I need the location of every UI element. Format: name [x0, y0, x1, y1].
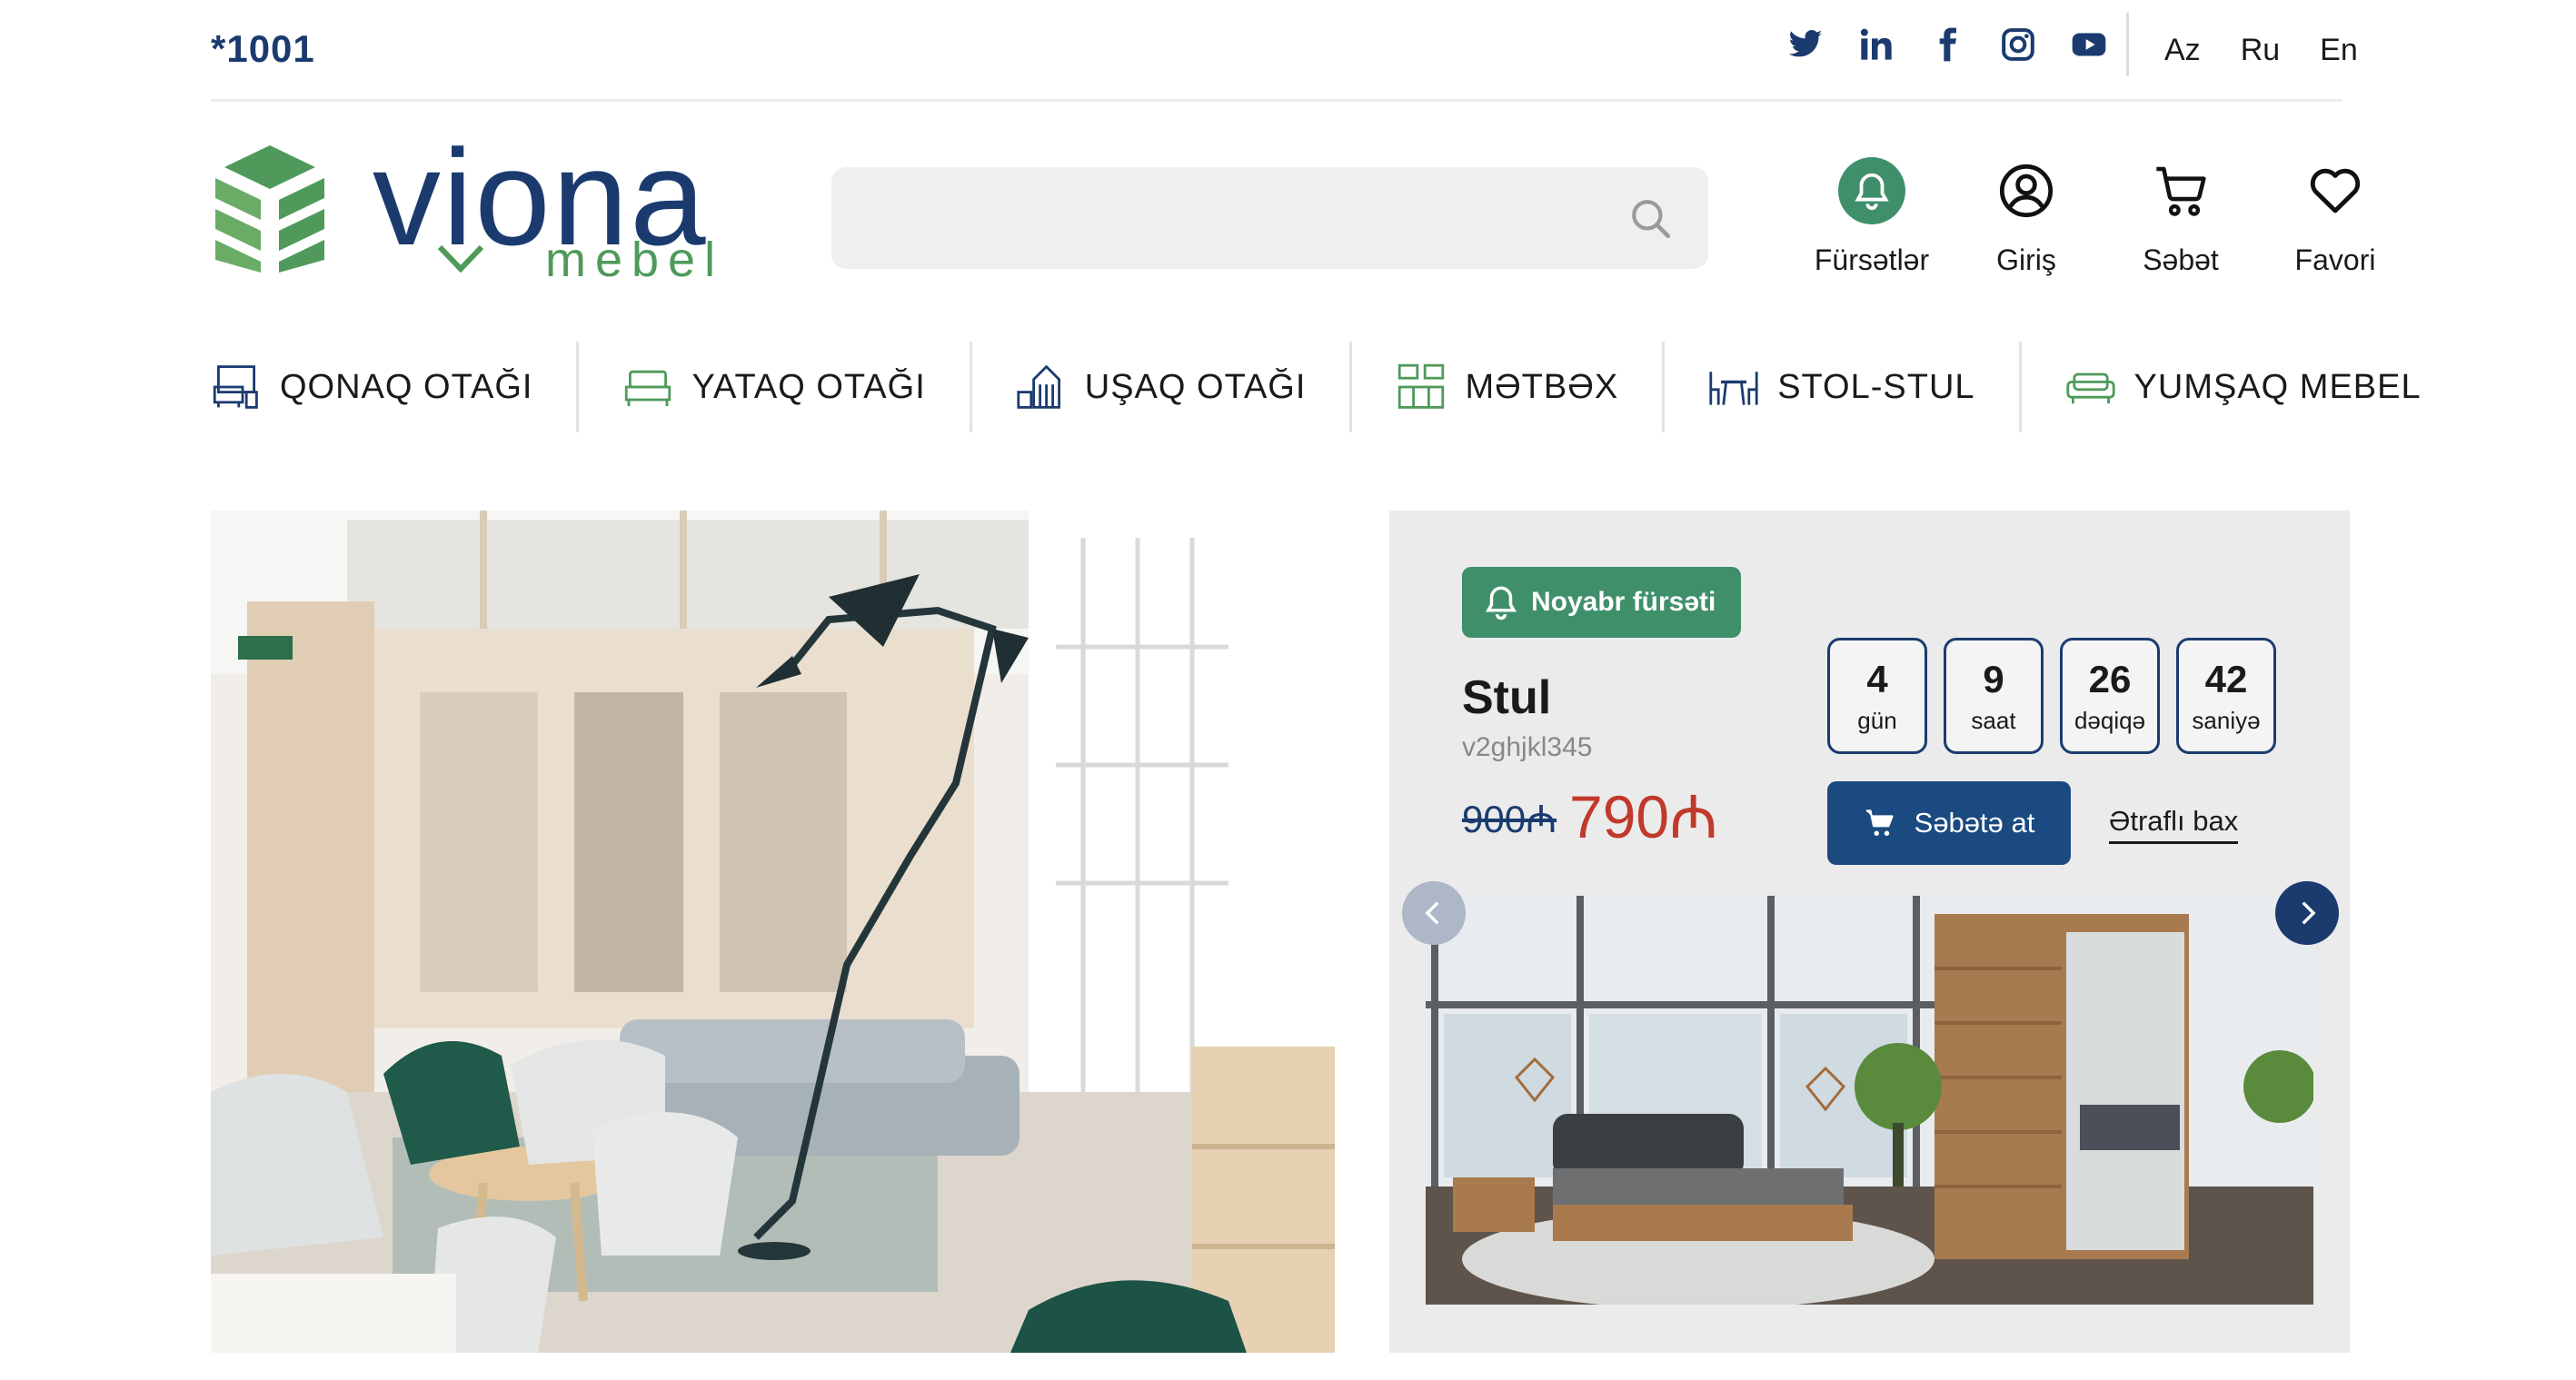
deal-badge: Noyabr fürsəti [1462, 567, 1742, 638]
timer-value: 9 [1983, 657, 2004, 700]
category-label: QONAQ OTAĞI [280, 367, 533, 406]
deal-panel: Noyabr fürsəti Stul v2ghjkl345 900₼ 790₼… [1389, 511, 2350, 1353]
hotline-number[interactable]: *1001 [211, 27, 315, 71]
timer-minutes: 26 dəqiqə [2060, 638, 2160, 754]
living-room-icon [213, 365, 258, 409]
search-icon[interactable] [1628, 196, 1674, 242]
sofa-icon [2065, 372, 2115, 404]
category-kitchen[interactable]: MƏTBƏX [1352, 342, 1666, 432]
deal-badge-label: Noyabr fürsəti [1531, 587, 1716, 617]
category-label: YATAQ OTAĞI [691, 367, 926, 406]
bedroom-photo [1426, 896, 2313, 1305]
timer-value: 26 [2088, 657, 2132, 700]
category-bedroom[interactable]: YATAQ OTAĞI [579, 342, 972, 432]
chevron-left-icon [1425, 901, 1439, 925]
top-bar: *1001 Az Ru En [211, 0, 2358, 102]
add-to-cart-label: Səbətə at [1914, 807, 2035, 839]
youtube-icon[interactable] [2066, 22, 2112, 67]
logo-mark-icon [215, 145, 324, 273]
product-code: v2ghjkl345 [1462, 732, 1593, 762]
favorites-button[interactable]: Favori [2258, 156, 2412, 277]
favorites-label: Favori [2294, 243, 2376, 276]
kids-room-icon [1017, 364, 1060, 409]
category-soft-furniture[interactable]: YUMŞAQ MEBEL [2022, 342, 2422, 432]
timer-days: 4 gün [1827, 638, 1927, 754]
category-label: YUMŞAQ MEBEL [2133, 367, 2422, 406]
search-input[interactable] [831, 167, 1708, 269]
timer-seconds: 42 saniyə [2176, 638, 2276, 754]
slider-prev-button[interactable] [1402, 881, 1466, 945]
cart-icon [2156, 166, 2206, 216]
cart-button[interactable]: Səbət [2104, 156, 2258, 277]
offers-button[interactable]: Fürsətlər [1795, 156, 1949, 277]
logo-subtitle: mebel [545, 233, 725, 287]
user-icon [1999, 164, 2054, 218]
page: *1001 Az Ru En viona mebel Fürsətlər Gir… [0, 0, 2576, 1380]
social-links [1783, 22, 2112, 67]
language-switcher: Az Ru En [2164, 33, 2358, 68]
slider-next-button[interactable] [2275, 881, 2339, 945]
offers-label: Fürsətlər [1814, 243, 1930, 276]
countdown-timer: 4 gün 9 saat 26 dəqiqə 42 saniyə [1827, 638, 2276, 754]
hero-banner-image[interactable] [211, 511, 1335, 1353]
category-label: STOL-STUL [1777, 367, 1975, 406]
kitchen-icon [1398, 363, 1445, 409]
bell-icon [1838, 157, 1905, 224]
timer-value: 4 [1866, 657, 1888, 700]
category-kids-room[interactable]: UŞAQ OTAĞI [972, 342, 1353, 432]
add-to-cart-button[interactable]: Səbətə at [1827, 781, 2071, 865]
chevron-right-icon [2302, 901, 2316, 925]
heart-icon [2310, 168, 2361, 213]
linkedin-icon[interactable] [1854, 22, 1899, 67]
timer-value: 42 [2204, 657, 2248, 700]
search-box [831, 167, 1708, 269]
timer-unit: saniyə [2192, 706, 2261, 734]
bed-icon [625, 370, 671, 406]
table-chair-icon [1709, 372, 1758, 405]
top-bar-divider [2126, 13, 2129, 76]
header-actions: Fürsətlər Giriş Səbət Favori [1795, 156, 2412, 277]
timer-unit: gün [1857, 706, 1897, 734]
lang-az[interactable]: Az [2164, 33, 2201, 68]
deal-product-image[interactable] [1426, 896, 2313, 1305]
twitter-icon[interactable] [1783, 22, 1828, 67]
login-label: Giriş [1996, 243, 2056, 276]
category-table-chair[interactable]: STOL-STUL [1665, 342, 2022, 432]
category-living-room[interactable]: QONAQ OTAĞI [211, 342, 580, 432]
login-button[interactable]: Giriş [1949, 156, 2104, 277]
timer-hours: 9 saat [1944, 638, 2044, 754]
new-price: 790₼ [1569, 783, 1718, 850]
category-nav: QONAQ OTAĞI YATAQ OTAĞI UŞAQ OTAĞI MƏTBƏ… [211, 342, 2421, 432]
instagram-icon[interactable] [1995, 22, 2041, 67]
product-name[interactable]: Stul [1462, 670, 1551, 725]
interior-photo [211, 511, 1335, 1353]
cart-icon [1865, 809, 1894, 836]
old-price: 900₼ [1462, 798, 1557, 840]
lang-ru[interactable]: Ru [2241, 33, 2280, 68]
details-link[interactable]: Ətraflı bax [2109, 805, 2239, 844]
facebook-icon[interactable] [1925, 22, 1970, 67]
lang-en[interactable]: En [2320, 33, 2358, 68]
category-label: UŞAQ OTAĞI [1084, 367, 1307, 406]
logo-chevron-icon [437, 244, 484, 273]
brand-logo[interactable]: viona mebel [211, 129, 720, 291]
bell-icon [1485, 586, 1517, 621]
timer-unit: saat [1971, 706, 2016, 734]
cart-label: Səbət [2143, 243, 2219, 276]
timer-unit: dəqiqə [2074, 706, 2146, 734]
category-label: MƏTBƏX [1465, 367, 1619, 406]
